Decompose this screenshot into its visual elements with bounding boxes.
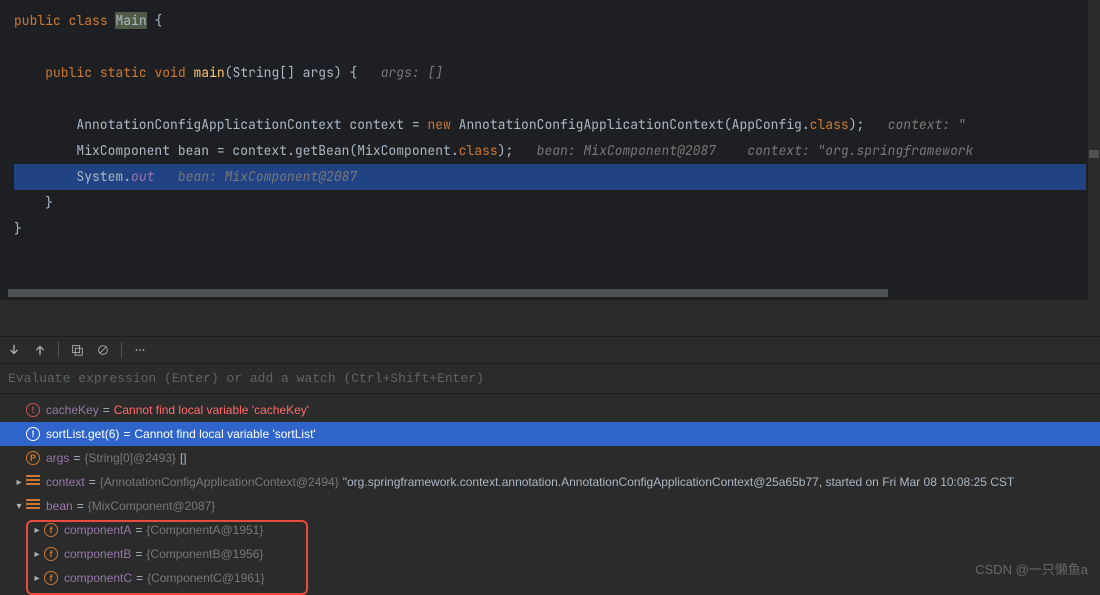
more-icon[interactable]: [132, 342, 148, 358]
var-row-field[interactable]: ▸ f componentC = {ComponentC@1961}: [0, 566, 1100, 590]
field-icon: f: [44, 547, 58, 561]
code-line[interactable]: }: [14, 190, 1086, 216]
horizontal-scrollbar[interactable]: [0, 288, 1088, 298]
separator: [121, 342, 122, 358]
mute-icon[interactable]: [95, 342, 111, 358]
parameter-icon: P: [26, 451, 40, 465]
step-up-icon[interactable]: [32, 342, 48, 358]
watch-row-selected[interactable]: ! sortList.get(6) = Cannot find local va…: [0, 422, 1100, 446]
var-row-field[interactable]: ▸ f componentB = {ComponentB@1956}: [0, 542, 1100, 566]
code-line[interactable]: [14, 34, 1086, 60]
variables-panel: ! cacheKey = Cannot find local variable …: [0, 394, 1100, 590]
collapse-arrow-icon[interactable]: ▾: [12, 501, 26, 512]
var-row-args[interactable]: P args = {String[0]@2493} []: [0, 446, 1100, 470]
error-icon: !: [26, 403, 40, 417]
panel-divider: [0, 300, 1100, 336]
watermark: CSDN @一只懒鱼a: [975, 559, 1088, 578]
object-icon: [26, 499, 40, 513]
debug-toolbar: [0, 336, 1100, 364]
separator: [58, 342, 59, 358]
code-line-current[interactable]: System.out bean: MixComponent@2087: [14, 164, 1086, 190]
vertical-scrollbar[interactable]: [1088, 0, 1100, 300]
step-down-icon[interactable]: [6, 342, 22, 358]
code-editor[interactable]: public class Main { public static void m…: [0, 0, 1100, 300]
field-icon: f: [44, 523, 58, 537]
error-icon: !: [26, 427, 40, 441]
object-icon: [26, 475, 40, 489]
code-line[interactable]: MixComponent bean = context.getBean(MixC…: [14, 138, 1086, 164]
code-line[interactable]: [14, 86, 1086, 112]
expand-arrow-icon[interactable]: ▸: [30, 573, 44, 584]
watch-row-error[interactable]: ! cacheKey = Cannot find local variable …: [0, 398, 1100, 422]
field-icon: f: [44, 571, 58, 585]
expand-arrow-icon[interactable]: ▸: [12, 477, 26, 488]
code-line[interactable]: public class Main {: [14, 8, 1086, 34]
expand-arrow-icon[interactable]: ▸: [30, 525, 44, 536]
copy-icon[interactable]: [69, 342, 85, 358]
expand-arrow-icon[interactable]: ▸: [30, 549, 44, 560]
code-line[interactable]: AnnotationConfigApplicationContext conte…: [14, 112, 1086, 138]
var-row-context[interactable]: ▸ context = {AnnotationConfigApplication…: [0, 470, 1100, 494]
code-line[interactable]: public static void main(String[] args) {…: [14, 60, 1086, 86]
code-line[interactable]: }: [14, 216, 1086, 242]
var-row-bean[interactable]: ▾ bean = {MixComponent@2087}: [0, 494, 1100, 518]
var-row-field[interactable]: ▸ f componentA = {ComponentA@1951}: [0, 518, 1100, 542]
evaluate-expression-input[interactable]: Evaluate expression (Enter) or add a wat…: [0, 364, 1100, 394]
